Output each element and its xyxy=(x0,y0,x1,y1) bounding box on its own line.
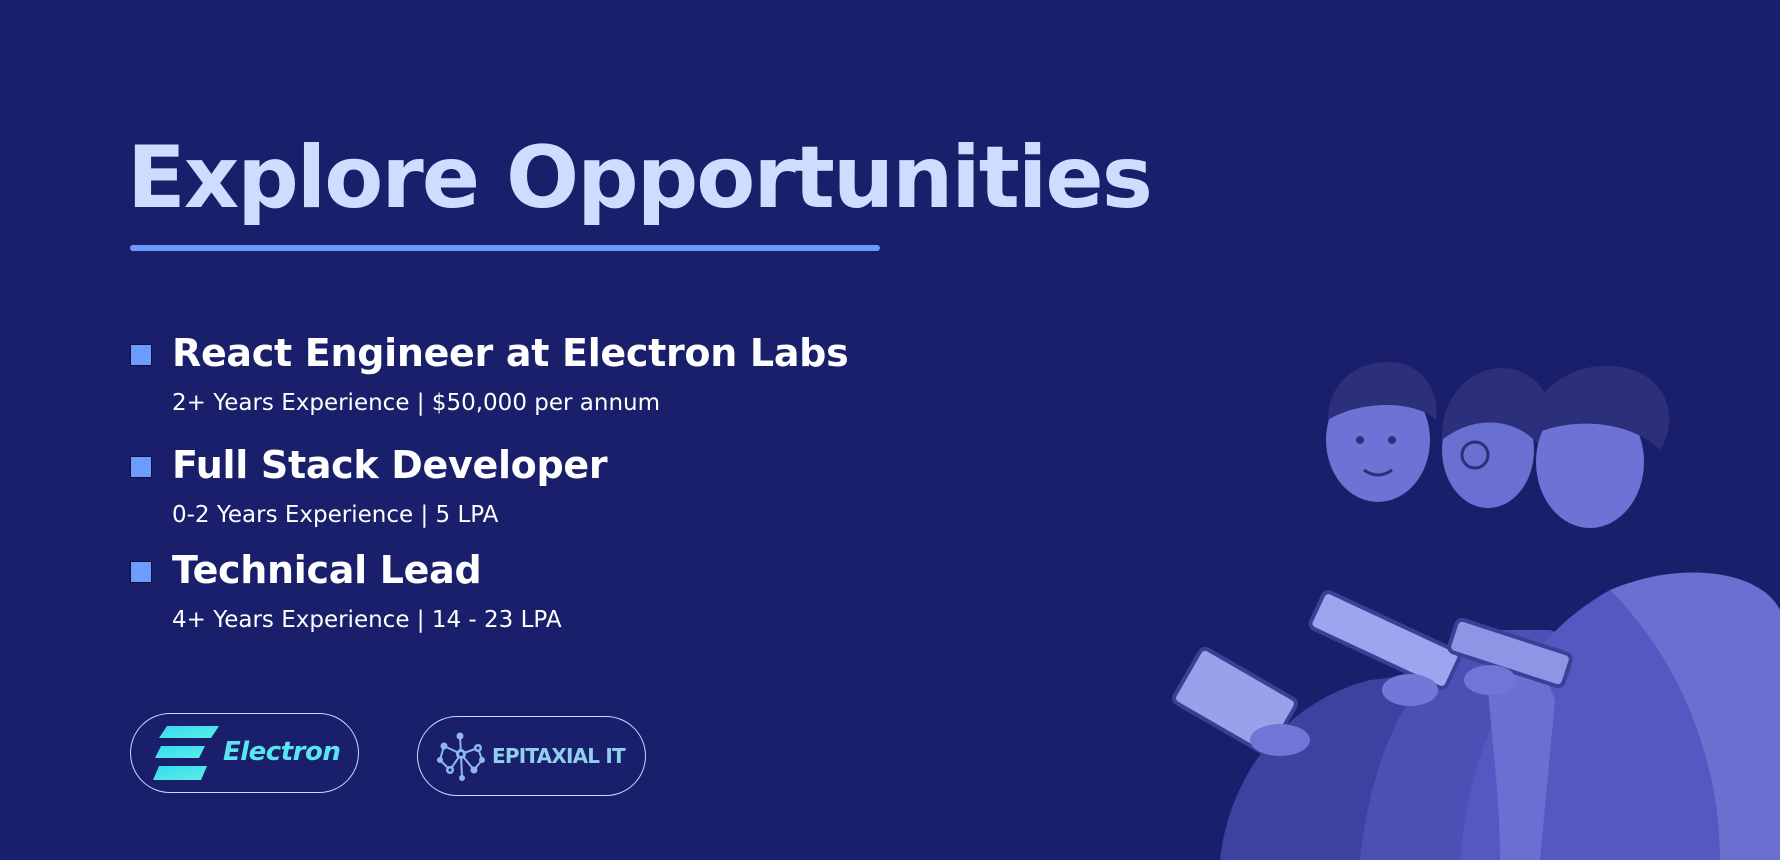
partner-logo-electron[interactable]: Electron xyxy=(130,713,359,793)
bullet-square-icon xyxy=(130,456,152,478)
job-listing[interactable]: Full Stack Developer 0-2 Years Experienc… xyxy=(130,443,830,534)
job-listing[interactable]: Technical Lead 4+ Years Experience | 14 … xyxy=(130,548,830,639)
bullet-square-icon xyxy=(130,344,152,366)
job-title: React Engineer at Electron Labs xyxy=(172,331,849,375)
partner-logo-epitaxial[interactable]: EPITAXIAL IT xyxy=(417,716,646,796)
job-title: Technical Lead xyxy=(172,548,482,592)
job-title: Full Stack Developer xyxy=(172,443,608,487)
job-details: 0-2 Years Experience | 5 LPA xyxy=(172,502,499,528)
partner-name: EPITAXIAL IT xyxy=(492,744,626,768)
page-title: Explore Opportunities xyxy=(127,128,1153,228)
job-details: 2+ Years Experience | $50,000 per annum xyxy=(172,390,661,416)
molecule-network-icon xyxy=(437,732,485,781)
job-listing[interactable]: React Engineer at Electron Labs 2+ Years… xyxy=(130,331,849,422)
partner-name: Electron xyxy=(223,737,341,767)
bullet-square-icon xyxy=(130,561,152,583)
electron-logo-icon xyxy=(153,726,219,780)
title-underline xyxy=(130,245,880,251)
opportunities-banner: Explore Opportunities React Engineer at … xyxy=(0,0,1780,860)
job-details: 4+ Years Experience | 14 - 23 LPA xyxy=(172,607,562,633)
students-with-tablets-photo xyxy=(1172,361,1780,860)
